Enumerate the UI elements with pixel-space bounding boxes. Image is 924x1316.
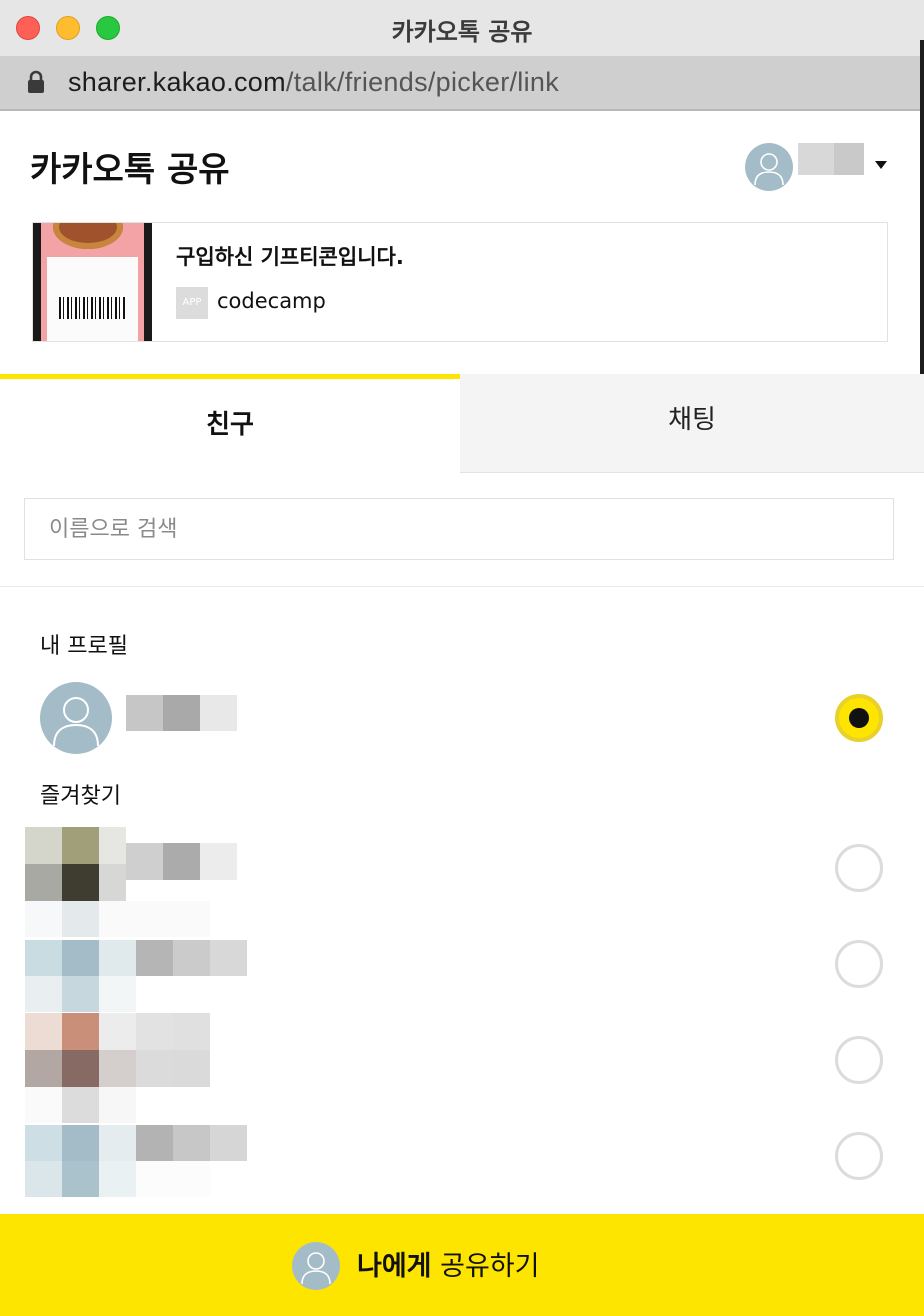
favorite-item-redacted[interactable] bbox=[25, 1013, 210, 1123]
account-avatar[interactable] bbox=[745, 143, 793, 191]
app-icon: APP bbox=[176, 287, 208, 319]
search-input[interactable] bbox=[24, 498, 894, 560]
favorite-radio[interactable] bbox=[835, 940, 883, 988]
divider bbox=[0, 586, 924, 587]
favorite-radio[interactable] bbox=[835, 1132, 883, 1180]
my-profile-radio[interactable] bbox=[835, 694, 883, 742]
window-title: 카카오톡 공유 bbox=[391, 18, 533, 46]
url-host: sharer.kakao.com bbox=[68, 67, 286, 97]
favorite-radio[interactable] bbox=[835, 844, 883, 892]
gifticon-thumbnail bbox=[33, 223, 152, 341]
share-preview-card: 구입하신 기프티콘입니다. APP codecamp bbox=[32, 222, 888, 342]
tab-chats[interactable]: 채팅 bbox=[460, 374, 924, 473]
account-name-redacted[interactable] bbox=[798, 143, 864, 175]
user-avatar-icon bbox=[754, 153, 784, 186]
share-card-title: 구입하신 기프티콘입니다. bbox=[176, 245, 404, 269]
window-titlebar: 카카오톡 공유 bbox=[0, 0, 924, 57]
page-title: 카카오톡 공유 bbox=[30, 150, 230, 190]
my-profile-name-redacted bbox=[126, 695, 237, 731]
share-to-me-label-rest: 공유하기 bbox=[431, 1251, 540, 1282]
my-avatar bbox=[292, 1242, 340, 1290]
window-edge bbox=[920, 40, 924, 385]
favorite-item-redacted[interactable] bbox=[25, 1125, 247, 1197]
url-path: /talk/friends/picker/link bbox=[285, 67, 560, 97]
section-title-my-profile: 내 프로필 bbox=[40, 634, 128, 659]
address-bar[interactable]: sharer.kakao.com/talk/friends/picker/lin… bbox=[0, 57, 924, 111]
share-to-me-label-bold: 나에게 bbox=[357, 1251, 432, 1282]
share-to-me-button[interactable]: 나에게 공유하기 bbox=[0, 1214, 924, 1316]
url-text: sharer.kakao.com/talk/friends/picker/lin… bbox=[68, 67, 559, 98]
user-avatar-icon bbox=[53, 697, 99, 747]
app-name: codecamp bbox=[217, 289, 326, 313]
share-to-me-label: 나에게 공유하기 bbox=[357, 1244, 539, 1283]
my-profile-avatar bbox=[40, 682, 112, 754]
favorite-item-redacted[interactable] bbox=[25, 940, 247, 1012]
tab-friends[interactable]: 친구 bbox=[0, 374, 460, 473]
caret-down-icon[interactable] bbox=[875, 161, 887, 169]
favorite-item-redacted[interactable] bbox=[25, 827, 237, 937]
section-title-favorites: 즐겨찾기 bbox=[40, 784, 121, 809]
user-avatar-icon bbox=[301, 1252, 331, 1285]
lock-icon bbox=[28, 70, 44, 93]
favorite-radio[interactable] bbox=[835, 1036, 883, 1084]
barcode-icon bbox=[59, 297, 125, 319]
